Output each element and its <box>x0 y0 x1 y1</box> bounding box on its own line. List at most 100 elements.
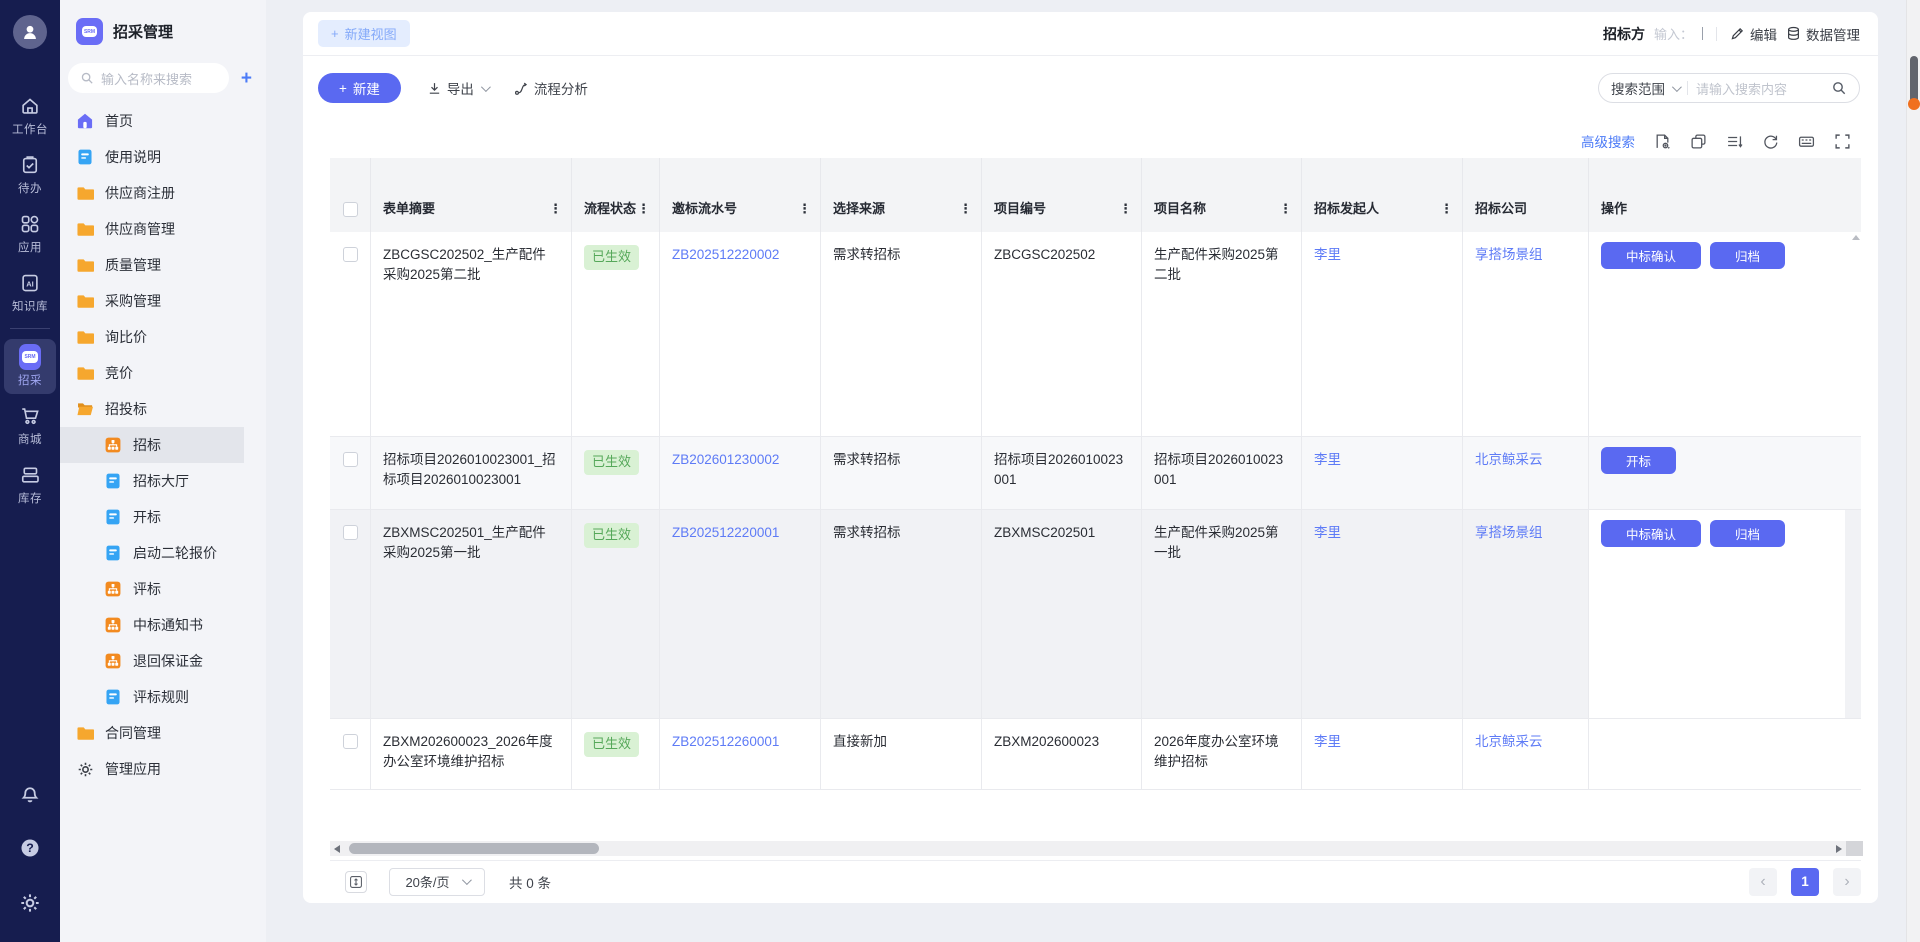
keyboard-icon[interactable] <box>1798 133 1815 150</box>
row-checkbox[interactable] <box>343 525 358 540</box>
new-view-button[interactable]: + 新建视图 <box>318 20 410 47</box>
sidebar-item-14[interactable]: 中标通知书 <box>60 607 244 643</box>
search-icon[interactable] <box>1831 80 1847 96</box>
add-app-button[interactable]: + <box>237 69 256 88</box>
action-button[interactable]: 中标确认 <box>1601 520 1701 547</box>
stamp-icon[interactable] <box>1690 133 1707 150</box>
row-checkbox[interactable] <box>343 452 358 467</box>
doc-view-icon[interactable] <box>1654 133 1671 150</box>
window-scrollbar[interactable] <box>1906 0 1920 942</box>
prev-page-button[interactable]: ‹ <box>1749 868 1777 896</box>
serial-link[interactable]: ZB202512220002 <box>672 247 779 262</box>
initiator-link[interactable]: 李里 <box>1314 525 1341 540</box>
help-icon[interactable]: ? <box>19 837 41 859</box>
sidebar-item-12[interactable]: 启动二轮报价 <box>60 535 244 571</box>
action-button[interactable]: 归档 <box>1710 520 1785 547</box>
company-link[interactable]: 享搭场景组 <box>1475 247 1543 262</box>
sidebar-item-11[interactable]: 开标 <box>60 499 244 535</box>
sidebar-item-6[interactable]: 询比价 <box>60 319 244 355</box>
column-menu-icon[interactable]: ⋮ <box>798 201 810 217</box>
advanced-search-link[interactable]: 高级搜索 <box>1581 131 1635 151</box>
scroll-right-arrow[interactable] <box>1832 845 1846 853</box>
sidebar-item-15[interactable]: 退回保证金 <box>60 643 244 679</box>
column-header-8: 操作 <box>1589 158 1845 232</box>
action-button[interactable]: 归档 <box>1710 242 1785 269</box>
doc-icon <box>76 148 94 166</box>
sidebar-item-8[interactable]: 招投标 <box>60 391 244 427</box>
column-menu-icon[interactable]: ⋮ <box>1440 201 1452 217</box>
serial-link[interactable]: ZB202512220001 <box>672 525 779 540</box>
column-menu-icon[interactable]: ⋮ <box>549 201 561 217</box>
column-menu-icon[interactable]: ⋮ <box>1119 201 1131 217</box>
bell-icon[interactable] <box>19 783 41 805</box>
table-vertical-scrollbar[interactable] <box>1848 232 1863 854</box>
initiator-link[interactable]: 李里 <box>1314 247 1341 262</box>
sidebar-search-input[interactable]: 输入名称来搜索 <box>68 63 229 93</box>
current-page-button[interactable]: 1 <box>1791 868 1819 896</box>
company-link[interactable]: 北京鲸采云 <box>1475 452 1543 467</box>
list-settings-icon[interactable] <box>1726 133 1743 150</box>
row-checkbox[interactable] <box>343 734 358 749</box>
rail-item-inventory[interactable]: 库存 <box>4 457 56 512</box>
sidebar-item-0[interactable]: 首页 <box>60 103 244 139</box>
cell-source: 需求转招标 <box>821 437 982 509</box>
search-scope-select[interactable]: 搜索范围 <box>1611 78 1679 98</box>
column-menu-icon[interactable]: ⋮ <box>1279 201 1291 217</box>
sidebar-item-9[interactable]: 招标 <box>60 427 244 463</box>
sidebar-item-5[interactable]: 采购管理 <box>60 283 244 319</box>
column-menu-icon[interactable]: ⋮ <box>637 201 649 217</box>
next-page-button[interactable]: › <box>1833 868 1861 896</box>
sidebar-item-label: 退回保证金 <box>133 651 203 671</box>
search-input[interactable]: 请输入搜索内容 <box>1696 79 1823 98</box>
scrollbar-track[interactable] <box>344 843 1832 854</box>
company-link[interactable]: 北京鲸采云 <box>1475 734 1543 749</box>
company-link[interactable]: 享搭场景组 <box>1475 525 1543 540</box>
initiator-link[interactable]: 李里 <box>1314 734 1341 749</box>
refresh-icon[interactable] <box>1762 133 1779 150</box>
data-table: 表单摘要⋮流程状态⋮邀标流水号⋮选择来源⋮项目编号⋮项目名称⋮招标发起人⋮招标公… <box>330 158 1861 841</box>
data-manage-button[interactable]: 数据管理 <box>1786 24 1860 44</box>
sidebar-item-label: 评标规则 <box>133 687 189 707</box>
row-select-cell <box>330 510 371 718</box>
sidebar-item-10[interactable]: 招标大厅 <box>60 463 244 499</box>
chevron-down-icon <box>481 82 491 92</box>
serial-link[interactable]: ZB202512260001 <box>672 734 779 749</box>
sidebar-item-1[interactable]: 使用说明 <box>60 139 244 175</box>
page-size-select[interactable]: 20条/页 <box>389 868 485 896</box>
gear-icon[interactable] <box>19 892 41 914</box>
initiator-link[interactable]: 李里 <box>1314 452 1341 467</box>
sidebar-item-16[interactable]: 评标规则 <box>60 679 244 715</box>
create-button[interactable]: + 新建 <box>318 73 401 103</box>
row-height-icon[interactable] <box>345 871 367 893</box>
rail-item-workbench[interactable]: 工作台 <box>4 88 56 143</box>
rail-item-mall[interactable]: 商城 <box>4 398 56 453</box>
sidebar-item-4[interactable]: 质量管理 <box>60 247 244 283</box>
sidebar-item-17[interactable]: 合同管理 <box>60 715 244 751</box>
flow-analysis-button[interactable]: 流程分析 <box>514 78 588 98</box>
row-checkbox[interactable] <box>343 247 358 262</box>
party-input[interactable]: 输入： <box>1654 24 1693 43</box>
scrollbar-thumb[interactable] <box>349 843 599 854</box>
user-avatar[interactable] <box>13 15 47 49</box>
rail-item-knowledge[interactable]: AI知识库 <box>4 265 56 320</box>
expand-icon[interactable] <box>1834 133 1851 150</box>
select-all-checkbox[interactable] <box>343 202 358 217</box>
cell-code: 招标项目2026010023001 <box>982 437 1142 509</box>
scroll-up-arrow[interactable] <box>1852 235 1860 240</box>
action-button[interactable]: 开标 <box>1601 447 1676 474</box>
rail-item-apps[interactable]: 应用 <box>4 206 56 261</box>
sidebar-item-3[interactable]: 供应商管理 <box>60 211 244 247</box>
action-button[interactable]: 中标确认 <box>1601 242 1701 269</box>
cell-initiator: 李里 <box>1302 232 1463 436</box>
scroll-left-arrow[interactable] <box>330 845 344 853</box>
sidebar-item-2[interactable]: 供应商注册 <box>60 175 244 211</box>
rail-item-srm[interactable]: SRM招采 <box>4 339 56 394</box>
edit-button[interactable]: 编辑 <box>1730 24 1777 44</box>
export-button[interactable]: 导出 <box>427 78 488 98</box>
sidebar-item-7[interactable]: 竞价 <box>60 355 244 391</box>
serial-link[interactable]: ZB202601230002 <box>672 452 779 467</box>
sidebar-item-18[interactable]: 管理应用 <box>60 751 244 787</box>
column-menu-icon[interactable]: ⋮ <box>959 201 971 217</box>
rail-item-todo[interactable]: 待办 <box>4 147 56 202</box>
sidebar-item-13[interactable]: 评标 <box>60 571 244 607</box>
